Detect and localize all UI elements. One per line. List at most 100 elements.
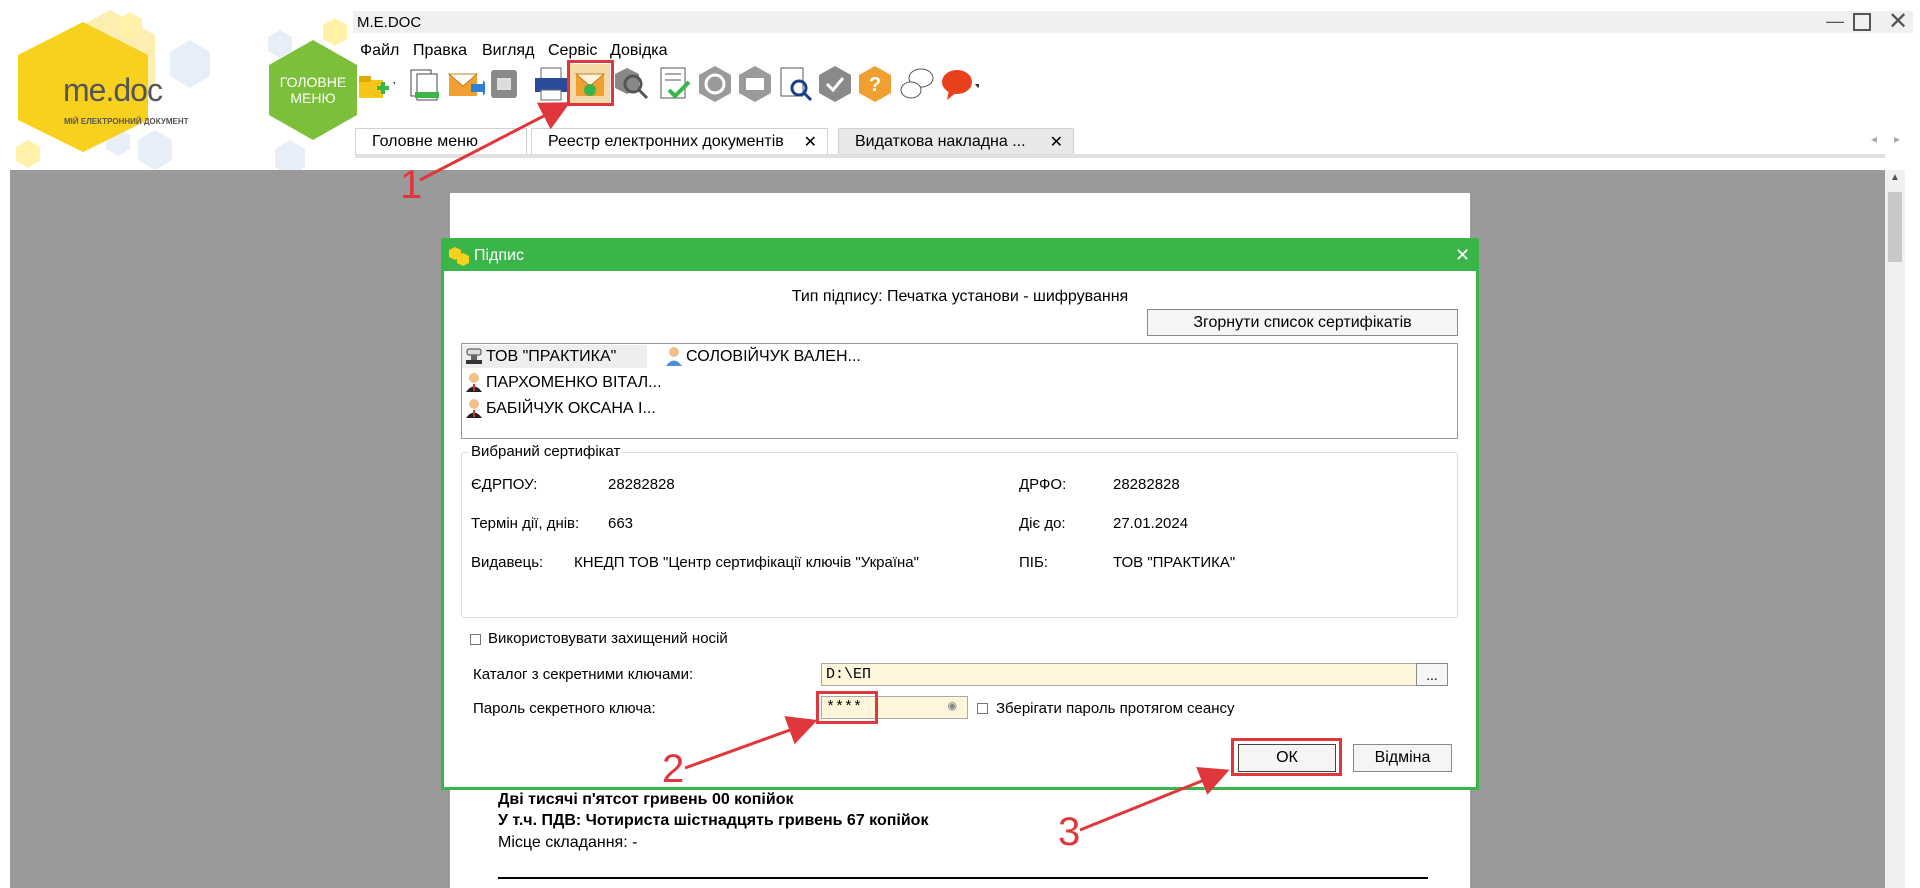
menu-service[interactable]: Сервіс (548, 42, 597, 60)
pib-value: ТОВ "ПРАКТИКА" (1113, 554, 1236, 571)
drfo-label: ДРФО: (1019, 476, 1067, 493)
user-icon (466, 399, 482, 418)
dialog-logo-icon (449, 247, 469, 266)
edrpou-label: ЄДРПОУ: (471, 476, 538, 493)
selected-cert-group: Вибраний сертифікат ЄДРПОУ: 28282828 ДРФ… (461, 443, 1458, 618)
tab-registry-close-icon[interactable]: ✕ (804, 132, 817, 152)
term-label: Термін дії, днів: (471, 515, 580, 532)
title-bar: M.E.DOC — ✕ (353, 8, 1913, 35)
signature-dialog: Підпис ✕ Тип підпису: Печатка установи -… (441, 238, 1479, 790)
cert-item[interactable]: ПАРХОМЕНКО ВІТАЛ... (462, 371, 662, 394)
collapse-certs-button[interactable]: Згорнути список сертифікатів (1147, 309, 1458, 336)
step-2-label: 2 (662, 747, 685, 791)
cert-item[interactable]: БАБІЙЧУК ОКСАНА І... (462, 397, 662, 420)
user-icon (466, 373, 482, 392)
cert-item[interactable]: СОЛОВІЙЧУК ВАЛЕН... (662, 345, 872, 368)
archive-icon[interactable] (485, 64, 525, 104)
copy-document-icon[interactable] (405, 64, 445, 104)
tab-main-menu[interactable]: Головне меню (355, 128, 527, 154)
doc-amount-words: Дві тисячі п'ятсот гривень 00 копійок (498, 791, 794, 808)
scroll-up-icon[interactable]: ▲ (1890, 172, 1900, 183)
tab-scroll-left-icon[interactable]: ◂ (1871, 132, 1877, 146)
medoc-logo: me.doc МІЙ ЕЛЕКТРОННИЙ ДОКУМЕНТ (8, 22, 189, 152)
cert-name: ПАРХОМЕНКО ВІТАЛ... (486, 374, 662, 391)
pib-label: ПІБ: (1019, 554, 1048, 571)
tab-registry[interactable]: Реестр електронних документів ✕ (531, 128, 828, 154)
password-label: Пароль секретного ключа: (473, 700, 656, 717)
doc-vat-words: У т.ч. ПДВ: Чотириста шістнадцять гривен… (498, 812, 929, 829)
user-icon (666, 347, 682, 366)
save-password-label: Зберігати пароль протягом сеансу (996, 700, 1235, 717)
doc-place: Місце складання: - (498, 834, 638, 851)
signature-type: Тип підпису: Печатка установи - шифруван… (791, 288, 1129, 305)
drfo-value: 28282828 (1113, 476, 1180, 493)
logo-tagline: МІЙ ЕЛЕКТРОННИЙ ДОКУМЕНТ (64, 117, 189, 126)
eye-icon[interactable]: ◉ (948, 698, 956, 715)
minimize-icon[interactable]: — (1823, 9, 1847, 33)
issuer-label: Видавець: (471, 554, 544, 571)
protected-media-checkbox[interactable] (470, 634, 481, 645)
verify-signature-icon[interactable] (815, 64, 855, 104)
tab-underline (355, 154, 1885, 158)
find-document-icon[interactable] (775, 64, 815, 104)
term-value: 663 (608, 515, 634, 532)
highlight-password (816, 691, 878, 724)
highlight-ok (1231, 738, 1342, 776)
menu-view[interactable]: Вигляд (482, 42, 534, 60)
chat-icon[interactable] (939, 64, 981, 104)
cert-name: СОЛОВІЙЧУК ВАЛЕН... (686, 348, 861, 365)
save-password-checkbox[interactable] (977, 703, 988, 714)
checklist-icon[interactable] (655, 64, 695, 104)
valid-until-value: 27.01.2024 (1113, 515, 1189, 532)
print-icon[interactable] (531, 64, 571, 104)
keys-dir-input[interactable]: D:\ЕП (821, 663, 1429, 686)
menu-file[interactable]: Файл (360, 42, 399, 60)
inbox-icon[interactable] (735, 64, 775, 104)
logo-area: me.doc МІЙ ЕЛЕКТРОННИЙ ДОКУМЕНТ ГОЛОВНЕ … (0, 0, 357, 176)
edrpou-value: 28282828 (608, 476, 675, 493)
dialog-close-icon[interactable]: ✕ (1455, 245, 1470, 266)
logo-me: me (63, 72, 106, 108)
close-window-icon[interactable]: ✕ (1885, 7, 1911, 35)
highlight-sign-button (567, 60, 614, 106)
tab-invoice-label: Видаткова накладна ... (855, 133, 1026, 150)
main-menu-line1: ГОЛОВНЕ (279, 74, 347, 90)
help-icon[interactable]: ? (855, 64, 895, 104)
doc-divider (498, 877, 1428, 879)
maximize-icon[interactable] (1853, 13, 1871, 31)
step-3-label: 3 (1058, 810, 1081, 854)
tab-invoice[interactable]: Видаткова накладна ... ✕ (838, 128, 1074, 154)
dialog-title: Підпис (474, 247, 524, 264)
search-key-icon[interactable] (611, 64, 651, 104)
tab-scroll-right-icon[interactable]: ▸ (1894, 132, 1900, 146)
main-menu-line2: МЕНЮ (290, 90, 336, 106)
cert-name: ТОВ "ПРАКТИКА" (486, 348, 617, 365)
menu-bar: Файл Правка Вигляд Сервіс Довідка (353, 40, 1353, 62)
step-1-label: 1 (400, 163, 423, 207)
protected-media-label: Використовувати захищений носій (488, 630, 728, 647)
cancel-button[interactable]: Відміна (1353, 744, 1452, 772)
tab-bar: Головне меню Реестр електронних документ… (353, 128, 1913, 158)
svg-text:?: ? (869, 74, 881, 96)
logo-doc: doc (113, 72, 163, 108)
valid-until-label: Діє до: (1019, 515, 1066, 532)
selected-cert-title: Вибраний сертифікат (469, 443, 623, 460)
certificate-list: ТОВ "ПРАКТИКА" СОЛОВІЙЧУК ВАЛЕН... ПАРХО… (461, 343, 1458, 439)
tab-invoice-close-icon[interactable]: ✕ (1050, 132, 1063, 152)
main-menu-hex-button[interactable]: ГОЛОВНЕ МЕНЮ (265, 40, 361, 140)
new-document-icon[interactable] (355, 64, 399, 104)
tab-registry-label: Реестр електронних документів (548, 133, 784, 150)
send-email-icon[interactable] (445, 64, 489, 104)
browse-button[interactable]: ... (1416, 663, 1448, 686)
feedback-icon[interactable] (897, 64, 937, 104)
menu-edit[interactable]: Правка (413, 42, 467, 60)
keys-dir-label: Каталог з секретними ключами: (473, 666, 694, 683)
cert-name: БАБІЙЧУК ОКСАНА І... (486, 400, 656, 417)
tab-main-menu-label: Головне меню (372, 133, 478, 150)
cert-item-selected[interactable]: ТОВ "ПРАКТИКА" (462, 345, 647, 368)
vertical-scrollbar[interactable]: ▲ (1885, 170, 1905, 888)
stamp-icon (466, 348, 482, 364)
menu-help[interactable]: Довідка (610, 42, 668, 60)
scroll-thumb[interactable] (1888, 192, 1902, 262)
refresh-icon[interactable] (695, 64, 735, 104)
